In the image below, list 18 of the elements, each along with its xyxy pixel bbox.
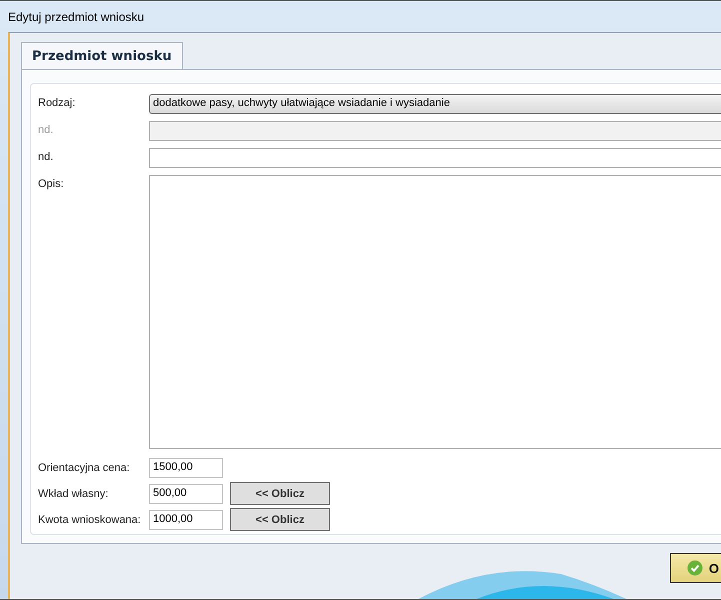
field-label: Wkład własny: — [38, 488, 110, 500]
ok-button[interactable]: O — [670, 553, 721, 583]
field-label: nd. — [38, 150, 54, 163]
amount-field[interactable]: 1000,00 — [149, 510, 223, 530]
field-label: Orientacyjna cena: — [38, 462, 131, 474]
calculate-button[interactable]: << Oblicz — [230, 508, 330, 531]
amount-field[interactable]: 500,00 — [149, 484, 223, 504]
text-field[interactable] — [149, 148, 721, 168]
field-label: Kwota wnioskowana: — [38, 514, 142, 526]
amount-field[interactable]: 1500,00 — [149, 458, 223, 478]
calculate-button[interactable]: << Oblicz — [230, 482, 330, 505]
check-icon — [686, 560, 703, 576]
window-title: Edytuj przedmiot wniosku — [7, 8, 146, 26]
field-label: nd. — [38, 123, 54, 136]
field-label: Rodzaj: — [38, 96, 76, 109]
field-label: Opis: — [38, 177, 65, 190]
tab[interactable]: Przedmiot wniosku — [21, 42, 183, 69]
dropdown-field[interactable]: dodatkowe pasy, uchwyty ułatwiające wsiadanie i wysiadanie — [149, 94, 721, 114]
